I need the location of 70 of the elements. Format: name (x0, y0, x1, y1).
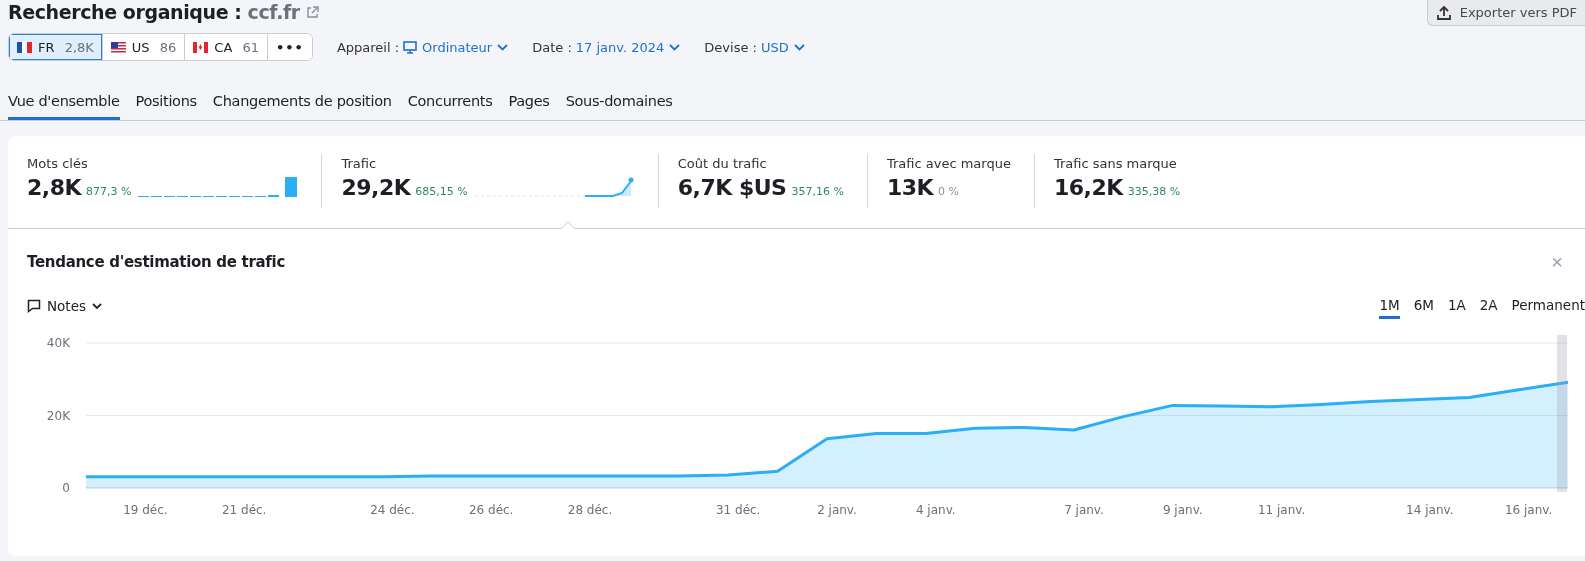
range-tab[interactable]: 1M (1379, 293, 1400, 319)
metric-label: Trafic (341, 156, 378, 171)
y-axis-label: 20K (46, 408, 70, 423)
filter-label: Appareil : (336, 39, 400, 55)
page-title: Recherche organique : (8, 1, 242, 23)
x-axis-label: 21 déc. (221, 503, 267, 517)
metric-value: 6,7K $US (677, 175, 787, 201)
database-tab[interactable]: FR 2,8K (9, 34, 103, 60)
metric-label: Coût du trafic (677, 156, 768, 171)
x-axis-label: 24 déc. (370, 503, 415, 517)
x-axis-label: 26 déc. (468, 503, 514, 517)
metric-value: 13K (886, 175, 934, 201)
metric-tile[interactable]: Coût du trafic 6,7K $US 357,16 % (658, 136, 868, 228)
comment-icon (27, 299, 41, 313)
notes-dropdown[interactable]: Notes (27, 298, 102, 314)
nav-tab[interactable]: Concurrents (407, 93, 493, 120)
x-axis-label: 11 janv. (1257, 503, 1306, 517)
metric-change: 877,3 % (86, 185, 132, 200)
x-axis-label: 4 janv. (915, 503, 956, 517)
metric-change: 335,38 % (1127, 185, 1181, 200)
flag-icon (193, 41, 209, 53)
y-axis-label: 0 (62, 481, 70, 495)
range-tab[interactable]: Permanent (1511, 293, 1585, 319)
nav-tab[interactable]: Sous-domaines (565, 93, 673, 120)
external-link-icon[interactable] (305, 5, 319, 19)
chevron-down-icon (669, 43, 681, 51)
metric-tile[interactable]: Trafic sans marque 16,2K 335,38 % (1034, 136, 1205, 228)
metric-label: Trafic sans marque (1053, 156, 1178, 171)
metric-value: 2,8K (27, 175, 82, 201)
x-axis-label: 2 janv. (817, 503, 857, 517)
range-tab[interactable]: 6M (1413, 293, 1434, 319)
x-axis-label: 14 janv. (1406, 503, 1454, 517)
x-axis-label: 16 janv. (1504, 503, 1553, 517)
flag-icon (17, 41, 32, 53)
filter-label: Devise : (704, 39, 757, 55)
nav-tab[interactable]: Pages (508, 93, 550, 120)
metric-change: 357,16 % (791, 185, 844, 200)
metric-value: 29,2K (341, 175, 411, 201)
chevron-down-icon (92, 302, 102, 310)
chevron-down-icon (497, 43, 509, 51)
range-tab[interactable]: 2A (1479, 293, 1498, 319)
metric-value: 16,2K (1053, 175, 1123, 201)
metric-tile[interactable]: Trafic 29,2K 685,15 % (322, 136, 659, 228)
filter-dropdown[interactable]: 17 janv. 2024 (575, 39, 681, 55)
metric-tile[interactable]: Trafic avec marque 13K 0 % (867, 136, 1035, 228)
nav-tab[interactable]: Positions (135, 93, 197, 120)
filter-dropdown[interactable]: USD (760, 39, 805, 55)
monitor-icon (403, 40, 418, 54)
x-axis-label: 31 déc. (715, 503, 761, 517)
domain-link[interactable]: ccf.fr (247, 1, 300, 23)
y-axis-label: 40K (46, 336, 70, 350)
range-tab[interactable]: 1A (1447, 293, 1466, 319)
chart-title: Tendance d'estimation de trafic (27, 253, 285, 271)
upload-icon (1435, 4, 1452, 21)
flag-icon (110, 41, 126, 53)
metric-label: Trafic avec marque (886, 156, 1011, 171)
metric-change: 0 % (938, 185, 960, 200)
filter-dropdown[interactable]: Ordinateur (403, 39, 509, 55)
metric-tile[interactable]: Mots clés 2,8K 877,3 % (8, 136, 323, 228)
x-axis-label: 28 déc. (567, 503, 613, 517)
nav-tab[interactable]: Changements de position (212, 93, 392, 120)
filter-label: Date : (532, 39, 572, 55)
x-axis-label: 7 janv. (1064, 503, 1104, 517)
x-axis-label: 19 déc. (123, 503, 168, 517)
chevron-down-icon (793, 43, 805, 51)
metric-change: 685,15 % (415, 185, 468, 200)
export-button[interactable]: Exporter vers PDF (1426, 0, 1585, 26)
metric-label: Mots clés (27, 156, 89, 171)
x-axis-label: 9 janv. (1162, 503, 1203, 517)
nav-tab[interactable]: Vue d'ensemble (8, 93, 120, 120)
